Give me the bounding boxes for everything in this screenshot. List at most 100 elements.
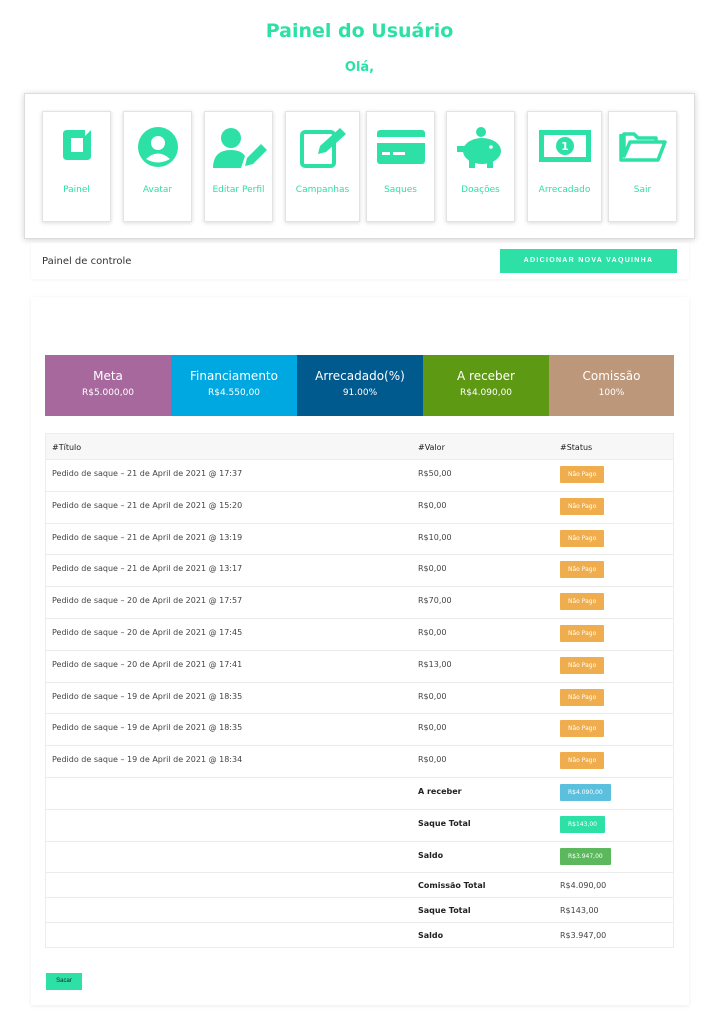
row-value: R$0,00 [418,564,447,574]
row-value: R$0,00 [418,723,447,733]
table-row: Pedido de saque – 21 de April de 2021 @ … [46,490,673,523]
row-value: R$0,00 [418,755,447,765]
withdrawals-table: #Título #Valor #Status Pedido de saque –… [45,433,674,949]
stat-comissao: Comissão 100% [549,355,674,416]
table-row: Pedido de saque – 21 de April de 2021 @ … [46,554,673,586]
stat-value: R$4.090,00 [459,388,513,398]
status-badge: Não Pago [560,720,605,738]
stat-title: Comissão [582,369,641,383]
stat-a-receber: A receber R$4.090,00 [423,355,549,416]
row-title: Pedido de saque – 21 de April de 2021 @ … [52,500,243,510]
status-badge: Não Pago [560,593,605,611]
summary-label: Saldo [418,850,444,860]
table-row: Pedido de saque – 19 de April de 2021 @ … [46,681,673,714]
stat-title: Arrecadado(%) [315,369,405,383]
summary-value: R$143,00 [560,906,599,916]
menu-label: Campanhas [295,185,350,195]
menu-tile-campanhas[interactable]: Campanhas [285,111,360,222]
money-bill-icon: 1 [538,130,591,162]
row-value: R$50,00 [418,469,452,478]
user-edit-icon [212,128,267,168]
user-circle-icon [137,127,178,167]
table-row: Pedido de saque – 20 de April de 2021 @ … [46,586,673,618]
summary-row-saldo-plain: Saldo R$3.947,00 [46,922,673,947]
summary-label: Saque Total [418,906,471,916]
table-row: Pedido de saque – 19 de April de 2021 @ … [46,745,673,777]
row-value: R$0,00 [418,627,447,637]
stat-value: R$5.000,00 [81,388,135,398]
folder-open-icon [618,132,667,162]
edit-square-icon [299,128,346,168]
summary-label: Saque Total [418,818,471,828]
status-badge: Não Pago [560,466,605,483]
menu-tile-editar-perfil[interactable]: Editar Perfil [204,111,273,222]
header-title: #Título [52,443,82,452]
header-value: #Valor [418,443,445,452]
row-value: R$0,00 [418,691,447,701]
svg-text:1: 1 [561,140,569,153]
sacar-button[interactable]: Sacar [46,973,82,990]
summary-row-saque-total: Saque Total R$143,00 [46,808,673,841]
table-row: Pedido de saque – 19 de April de 2021 @ … [46,713,673,745]
summary-label: Comissão Total [418,881,486,891]
status-badge: Não Pago [560,752,605,770]
menu-label: Doações [461,185,500,195]
row-title: Pedido de saque – 19 de April de 2021 @ … [52,755,243,765]
status-badge: Não Pago [560,529,605,547]
stat-title: Financiamento [190,369,278,383]
greeting: Olá, [344,60,375,75]
stat-value: 91.00% [342,388,378,398]
status-badge: Não Pago [560,688,605,706]
dashboard-icon [62,130,91,160]
menu-tile-painel[interactable]: Painel [42,111,111,222]
add-vaquinha-button[interactable]: ADICIONAR NOVA VAQUINHA [500,249,677,273]
control-bar: Painel de controle ADICIONAR NOVA VAQUIN… [31,243,689,279]
table-row: Pedido de saque – 21 de April de 2021 @ … [46,522,673,555]
row-value: R$10,00 [418,532,452,542]
stat-arrecadado: Arrecadado(%) 91.00% [297,355,423,416]
menu-tile-doacoes[interactable]: Doações [446,111,515,222]
row-title: Pedido de saque – 20 de April de 2021 @ … [52,659,243,669]
row-title: Pedido de saque – 19 de April de 2021 @ … [52,723,243,733]
piggy-bank-icon [456,127,501,168]
summary-badge: R$3.947,00 [560,847,611,865]
menu-tile-avatar[interactable]: Avatar [123,111,192,222]
summary-badge: R$4.090,00 [560,783,611,801]
summary-row-saldo: Saldo R$3.947,00 [46,840,673,873]
table-row: Pedido de saque – 21 de April de 2021 @ … [46,459,673,491]
table-row: Pedido de saque – 20 de April de 2021 @ … [46,649,673,682]
header-status: #Status [560,443,593,452]
table-row: Pedido de saque – 20 de April de 2021 @ … [46,617,673,650]
summary-value: R$4.090,00 [560,881,607,891]
menu-label: Painel [63,185,90,195]
row-title: Pedido de saque – 21 de April de 2021 @ … [52,532,243,542]
status-badge: Não Pago [560,497,605,515]
menu-tile-arrecadado[interactable]: 1 Arrecadado [527,111,602,222]
row-value: R$13,00 [418,659,452,669]
menu-label: Avatar [142,185,173,195]
summary-label: A receber [418,786,462,796]
status-badge: Não Pago [560,656,605,674]
menu-label: Arrecadado [538,185,591,195]
menu-tile-sair[interactable]: Sair [608,111,677,222]
stat-meta: Meta R$5.000,00 [45,355,171,416]
stat-title: Meta [93,369,123,383]
status-badge: Não Pago [560,561,605,579]
row-title: Pedido de saque – 21 de April de 2021 @ … [52,564,243,574]
menu-label: Sair [633,185,652,195]
menu-tile-saques[interactable]: Saques [366,111,435,222]
row-title: Pedido de saque – 20 de April de 2021 @ … [52,596,243,606]
summary-value: R$3.947,00 [560,931,607,941]
summary-row-a-receber: A receber R$4.090,00 [46,776,673,809]
status-badge: Não Pago [560,624,605,642]
menu-panel: Painel Avatar Editar Perfil Campanhas Sa… [24,93,695,239]
summary-label: Saldo [418,931,444,941]
row-value: R$70,00 [418,596,452,606]
row-title: Pedido de saque – 19 de April de 2021 @ … [52,691,243,701]
summary-row-saque-total-plain: Saque Total R$143,00 [46,897,673,922]
menu-label: Editar Perfil [212,185,265,195]
menu-label: Saques [384,185,417,195]
table-header: #Título #Valor #Status [46,434,673,459]
stat-value: 100% [598,388,625,398]
row-title: Pedido de saque – 21 de April de 2021 @ … [52,469,243,478]
